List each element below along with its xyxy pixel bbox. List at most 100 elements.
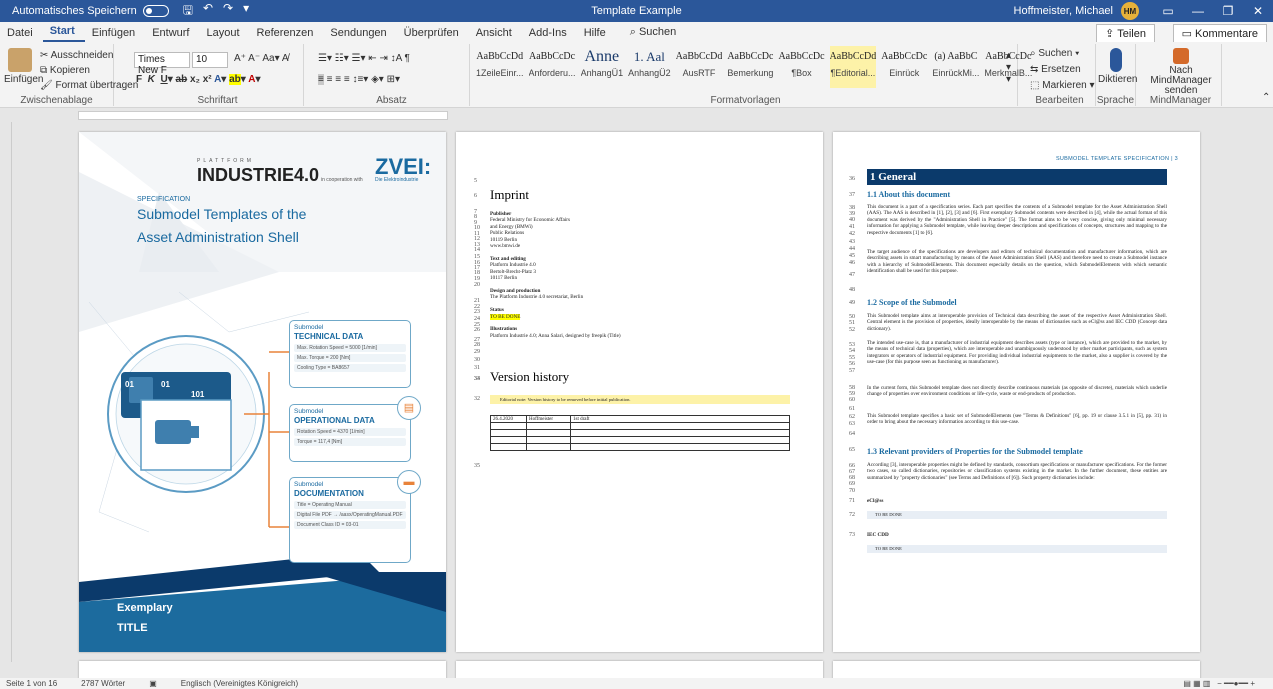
bullets-icon[interactable]: ☰▾ <box>318 53 332 64</box>
style-item[interactable]: AaBbCcDd AusRTF <box>676 46 723 88</box>
font-size-select[interactable]: 10 <box>192 52 228 68</box>
italic-icon[interactable]: K <box>148 74 155 85</box>
style-item[interactable]: AaBbCcDd 1ZeileEinr... <box>476 46 524 88</box>
indent-icon[interactable]: ⇤ ⇥ <box>368 53 388 64</box>
table-cell[interactable]: 26.4.2020 <box>490 415 527 423</box>
page-count[interactable]: Seite 1 von 16 <box>6 679 57 688</box>
table-cell[interactable]: 1st draft <box>570 415 790 423</box>
list-buttons[interactable]: ☰▾ ☷▾ ☰▾ ⇤ ⇥ ↕A ¶ <box>318 53 410 64</box>
table-cell[interactable] <box>570 436 790 444</box>
tab-add-ins[interactable]: Add-Ins <box>522 27 577 42</box>
tab-hilfe[interactable]: Hilfe <box>577 27 616 42</box>
pilcrow-icon[interactable]: ¶ <box>405 53 410 64</box>
mindmanager-group-label: MindManager <box>1149 95 1212 106</box>
save-icon[interactable]: 🖫 <box>183 1 193 22</box>
search-box[interactable]: ⌕ Suchen <box>630 26 677 42</box>
numbering-icon[interactable]: ☷▾ <box>335 53 349 64</box>
specification-label: SPECIFICATION <box>137 196 191 203</box>
ribbon-display-icon[interactable]: ▭ <box>1153 4 1183 18</box>
page-imprint[interactable]: 5 6 7 8 9 10 11 12 13 14 15 16 17 18 19 20 21 22 23 24 25 26 2… <box>456 132 823 652</box>
style-item[interactable]: AaBbCcDc Anforderu... <box>529 46 576 88</box>
table-cell[interactable] <box>570 429 790 437</box>
text-effects-icon[interactable]: A <box>214 74 221 85</box>
undo-icon[interactable]: ↶ <box>203 1 213 22</box>
share-button[interactable]: ⇪ Teilen <box>1096 24 1155 43</box>
font-color-icon[interactable]: A <box>248 74 255 85</box>
borders-icon[interactable]: ⊞▾ <box>387 74 400 85</box>
card-operational-data: Submodel OPERATIONAL DATA Rotation Speed… <box>289 404 411 462</box>
clear-format-icon[interactable]: A̸ <box>282 53 289 64</box>
redo-icon[interactable]: ↷ <box>223 1 233 22</box>
tab-referenzen[interactable]: Referenzen <box>250 27 324 42</box>
style-item[interactable]: AaBbCcDc Bemerkung <box>727 46 773 88</box>
tab-layout[interactable]: Layout <box>199 27 249 42</box>
styles-scroll[interactable]: ▴ ▾ ▾ <box>1006 50 1011 86</box>
view-icons[interactable]: ▤ ▦ ▥ − ━━●━━ + <box>1183 679 1255 688</box>
table-cell[interactable] <box>570 443 790 451</box>
table-cell[interactable]: Hoffmeister <box>526 415 571 423</box>
underline-icon[interactable]: U <box>160 74 167 85</box>
comments-button[interactable]: ▭ Kommentare <box>1172 24 1267 43</box>
dictate-button[interactable]: Diktieren <box>1098 48 1137 85</box>
strikethrough-icon[interactable]: ab <box>176 74 188 85</box>
tab-start[interactable]: Start <box>42 25 85 42</box>
vertical-ruler[interactable] <box>0 122 12 662</box>
page-cover[interactable]: PLATTFORM INDUSTRIE4.0 in cooperation wi… <box>79 132 446 652</box>
copy-button[interactable]: ⧉ Kopieren <box>40 65 90 76</box>
table-cell[interactable] <box>526 443 571 451</box>
card-item: Rotation Speed = 4370 [1/min] <box>294 428 406 436</box>
find-button[interactable]: ⌕ Suchen ▾ <box>1030 48 1079 59</box>
table-cell[interactable] <box>490 443 527 451</box>
highlight-icon[interactable]: ab <box>229 74 241 85</box>
table-cell[interactable] <box>526 422 571 430</box>
tab-entwurf[interactable]: Entwurf <box>145 27 199 42</box>
table-cell[interactable] <box>526 429 571 437</box>
minimize-icon[interactable]: — <box>1183 4 1213 18</box>
table-cell[interactable] <box>490 422 527 430</box>
style-item[interactable]: AaBbCcDc ¶Box <box>778 46 824 88</box>
align-buttons[interactable]: ≡ ≡ ≡ ≡ ↕≡▾ ◈▾ ⊞▾ <box>318 74 400 85</box>
close-icon[interactable]: ✕ <box>1243 4 1273 18</box>
table-cell[interactable] <box>490 436 527 444</box>
align-left-icon[interactable]: ≡ <box>318 74 324 85</box>
tab-datei[interactable]: Datei <box>0 27 43 42</box>
collapse-ribbon-icon[interactable]: ⌃ <box>1262 92 1270 103</box>
format-painter-button[interactable]: 🖌 Format übertragen <box>40 80 138 91</box>
table-cell[interactable] <box>490 429 527 437</box>
multilevel-icon[interactable]: ☰▾ <box>352 53 366 64</box>
font-name-select[interactable]: Times New F <box>134 52 190 76</box>
table-cell[interactable] <box>570 422 790 430</box>
replace-button[interactable]: ⇆ Ersetzen <box>1030 64 1081 75</box>
tab-einfuegen[interactable]: Einfügen <box>85 27 145 42</box>
tab-ueberpruefen[interactable]: Überprüfen <box>397 27 469 42</box>
word-count[interactable]: 2787 Wörter <box>81 679 125 688</box>
autosave-toggle[interactable] <box>142 5 169 17</box>
style-item[interactable]: AaBbCcDd ¶Editorial... <box>829 46 877 88</box>
table-cell[interactable] <box>526 436 571 444</box>
bold-icon[interactable]: F <box>136 74 142 85</box>
format-buttons[interactable]: F K U▾ ab x₂ x² A▾ ab▾ A▾ <box>136 74 260 85</box>
proofing-icon[interactable]: ▣ <box>149 679 157 688</box>
style-item[interactable]: Anne AnhangÜ1 <box>581 46 624 88</box>
tab-sendungen[interactable]: Sendungen <box>323 27 396 42</box>
sort-icon[interactable]: ↕A <box>391 53 402 64</box>
font-size-buttons[interactable]: A⁺ A⁻ Aa▾ A̸ <box>234 53 289 64</box>
shading-icon[interactable]: ◈▾ <box>371 74 384 85</box>
tab-ansicht[interactable]: Ansicht <box>469 27 522 42</box>
horizontal-ruler[interactable] <box>0 108 1273 122</box>
line-spacing-icon[interactable]: ↕≡▾ <box>352 74 368 85</box>
style-item[interactable]: 1. Aal AnhangÜ2 <box>628 46 671 88</box>
cut-button[interactable]: ✂ Ausschneiden <box>40 50 113 61</box>
mindmanager-send-button[interactable]: Nach MindManager senden <box>1140 48 1222 96</box>
select-button[interactable]: ⬚ Markieren ▾ <box>1030 80 1095 91</box>
publisher-line: and Energy (BMWi) <box>490 223 533 230</box>
language[interactable]: Englisch (Vereinigtes Königreich) <box>181 679 298 688</box>
restore-icon[interactable]: ❐ <box>1213 4 1243 18</box>
customize-qat-icon[interactable]: ▾ <box>243 1 249 22</box>
style-item[interactable]: AaBbCcDc Einrück <box>881 46 927 88</box>
style-item[interactable]: (a) AaBbC EinrückMi... <box>932 46 979 88</box>
page-general[interactable]: SUBMODEL TEMPLATE SPECIFICATION | 3 36 37… <box>833 132 1200 652</box>
user-name[interactable]: Hoffmeister, Michael <box>1014 5 1113 17</box>
paste-button[interactable]: Einfügen <box>4 48 43 85</box>
avatar[interactable]: HM <box>1121 2 1139 20</box>
